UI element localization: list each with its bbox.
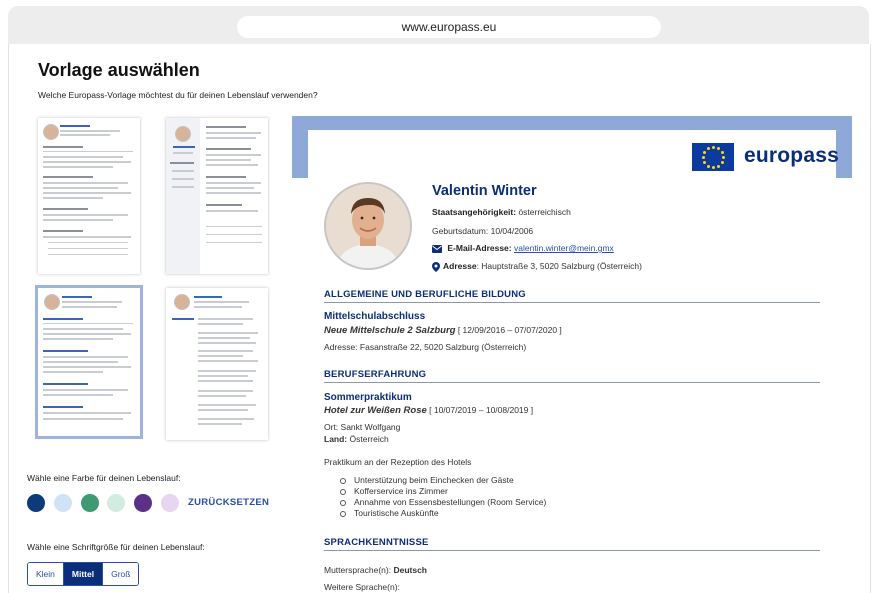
work-place-value: Sankt Wolfgang bbox=[338, 422, 401, 432]
birthdate-label: Geburtsdatum: bbox=[432, 226, 489, 236]
page-title: Vorlage auswählen bbox=[38, 60, 200, 80]
browser-bar: www.europass.eu bbox=[8, 6, 869, 44]
thumbnail-avatar bbox=[174, 294, 190, 310]
color-swatch-light-green[interactable] bbox=[107, 494, 125, 512]
font-size-small-button[interactable]: Klein bbox=[28, 563, 64, 585]
mother-tongue-row: Muttersprache(n): Deutsch bbox=[324, 565, 427, 575]
section-languages-heading: SPRACHKENNTNISSE bbox=[324, 537, 820, 551]
thumbnail-avatar bbox=[175, 126, 191, 142]
color-swatch-green[interactable] bbox=[81, 494, 99, 512]
template-thumbnail-3[interactable] bbox=[35, 285, 143, 439]
education-address: Adresse: Fasanstraße 22, 5020 Salzburg (… bbox=[324, 342, 527, 352]
cv-name: Valentin Winter bbox=[432, 183, 537, 199]
education-title: Mittelschulabschluss bbox=[324, 311, 426, 322]
color-swatch-light-purple[interactable] bbox=[161, 494, 179, 512]
font-size-large-button[interactable]: Groß bbox=[103, 563, 139, 585]
work-place-row: Ort: Sankt Wolfgang bbox=[324, 422, 400, 432]
color-swatch-dark-blue[interactable] bbox=[27, 494, 45, 512]
color-swatch-purple[interactable] bbox=[134, 494, 152, 512]
work-company: Hotel zur Weißen Rose bbox=[324, 405, 427, 416]
address-value: : Hauptstraße 3, 5020 Salzburg (Österrei… bbox=[476, 261, 642, 271]
list-item: Annahme von Essensbestellungen (Room Ser… bbox=[340, 497, 546, 507]
section-education-heading: ALLGEMEINE UND BERUFLICHE BILDUNG bbox=[324, 289, 820, 303]
nationality-label: Staatsangehörigkeit: bbox=[432, 207, 517, 217]
email-link[interactable]: valentin.winter@mein.gmx bbox=[514, 243, 614, 253]
location-pin-icon bbox=[432, 261, 440, 272]
education-school-row: Neue Mittelschule 2 Salzburg [ 12/09/201… bbox=[324, 325, 562, 336]
address-label: Adresse bbox=[443, 261, 477, 271]
address-row: Adresse: Hauptstraße 3, 5020 Salzburg (Ö… bbox=[432, 261, 642, 272]
work-country-row: Land: Österreich bbox=[324, 434, 389, 444]
email-row: E-Mail-Adresse: valentin.winter@mein.gmx bbox=[432, 243, 614, 253]
work-description: Praktikum an der Rezeption des Hotels bbox=[324, 457, 472, 467]
template-thumbnail-4[interactable] bbox=[166, 288, 268, 440]
work-place-label: Ort: bbox=[324, 422, 339, 432]
envelope-icon bbox=[432, 244, 442, 253]
email-label: E-Mail-Adresse: bbox=[447, 243, 512, 253]
cv-preview: europass Valentin Winter Staatsangehörig… bbox=[292, 116, 852, 593]
europass-logo: europass bbox=[744, 144, 839, 167]
list-item: Kofferservice ins Zimmer bbox=[340, 486, 448, 496]
other-languages-label: Weitere Sprache(n): bbox=[324, 582, 400, 592]
work-company-row: Hotel zur Weißen Rose [ 10/07/2019 – 10/… bbox=[324, 405, 533, 416]
font-size-label: Wähle eine Schriftgröße für deinen Leben… bbox=[27, 542, 205, 552]
birthdate-value: 10/04/2006 bbox=[490, 226, 534, 236]
nationality-value: österreichisch bbox=[518, 207, 571, 217]
cv-document: europass Valentin Winter Staatsangehörig… bbox=[308, 130, 839, 593]
mother-tongue-label: Muttersprache(n): bbox=[324, 565, 392, 575]
thumbnail-avatar bbox=[44, 294, 60, 310]
template-thumbnail-2[interactable] bbox=[166, 118, 268, 274]
font-size-selector: Klein Mittel Groß bbox=[27, 562, 140, 586]
color-label: Wähle eine Farbe für deinen Lebenslauf: bbox=[27, 473, 181, 483]
page-subtitle: Welche Europass-Vorlage möchtest du für … bbox=[38, 90, 318, 100]
template-thumbnail-1[interactable] bbox=[38, 118, 140, 274]
work-country-value: Österreich bbox=[347, 434, 389, 444]
list-item: Unterstützung beim Einchecken der Gäste bbox=[340, 475, 514, 485]
work-country-label: Land: bbox=[324, 434, 348, 444]
color-swatch-light-blue[interactable] bbox=[54, 494, 72, 512]
mother-tongue-value: Deutsch bbox=[391, 565, 427, 575]
education-dates: [ 12/09/2016 – 07/07/2020 ] bbox=[455, 325, 562, 335]
birthdate-row: Geburtsdatum: 10/04/2006 bbox=[432, 226, 533, 236]
section-work-heading: BERUFSERFAHRUNG bbox=[324, 369, 820, 383]
font-size-medium-button[interactable]: Mittel bbox=[63, 563, 104, 585]
profile-photo bbox=[324, 182, 412, 270]
work-title: Sommerpraktikum bbox=[324, 392, 412, 403]
eu-flag-icon bbox=[692, 143, 734, 171]
list-item: Touristische Auskünfte bbox=[340, 508, 439, 518]
reset-button[interactable]: ZURÜCKSETZEN bbox=[188, 497, 269, 508]
education-school: Neue Mittelschule 2 Salzburg bbox=[324, 325, 456, 336]
work-dates: [ 10/07/2019 – 10/08/2019 ] bbox=[426, 405, 534, 415]
thumbnail-avatar bbox=[43, 124, 59, 140]
url-bar[interactable]: www.europass.eu bbox=[237, 16, 661, 38]
nationality-row: Staatsangehörigkeit: österreichisch bbox=[432, 207, 571, 217]
